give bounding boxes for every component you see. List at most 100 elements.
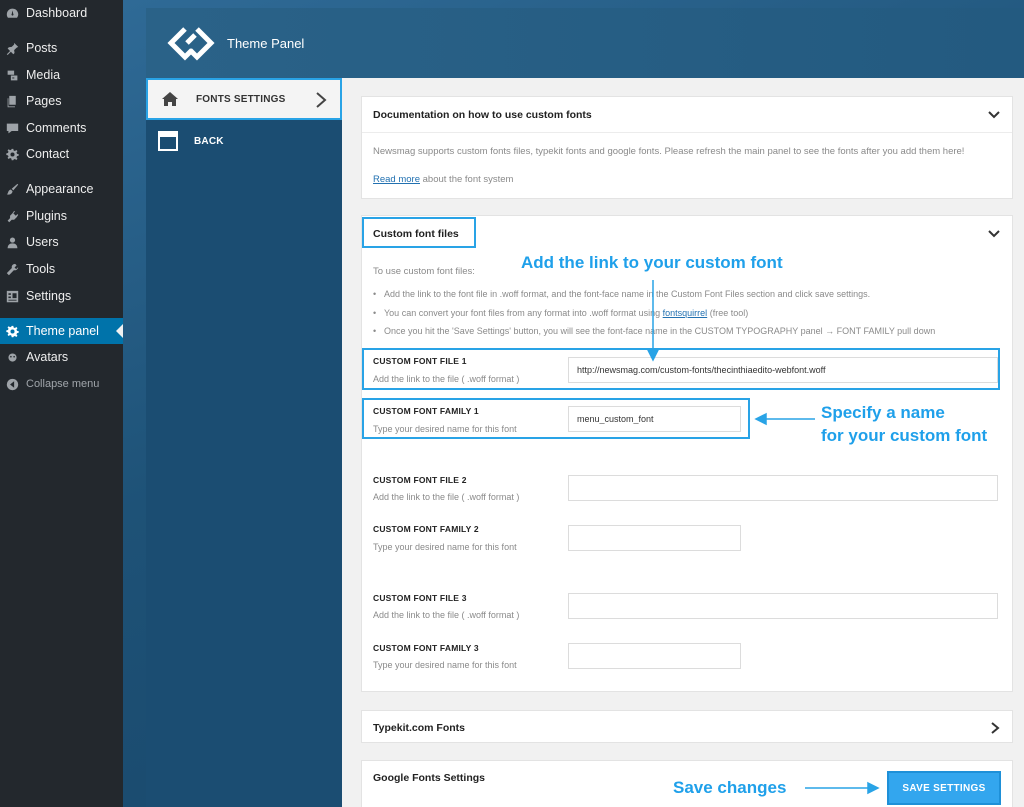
save-settings-button[interactable]: SAVE SETTINGS [887, 771, 1001, 805]
avatar-icon [5, 350, 19, 364]
font-file-2-input[interactable] [568, 475, 998, 501]
docs-box-header[interactable]: Documentation on how to use custom fonts [362, 97, 1012, 133]
theme-panel-menu: FONTS SETTINGS BACK [146, 78, 342, 807]
gear-icon [5, 324, 19, 338]
font-file-3-input[interactable] [568, 593, 998, 619]
wp-menu-media[interactable]: Media [0, 62, 123, 88]
wp-menu-dashboard[interactable]: Dashboard [0, 0, 123, 26]
font-file-1-label: CUSTOM FONT FILE 1 [373, 356, 467, 366]
font-file-2-label: CUSTOM FONT FILE 2 [373, 475, 467, 485]
wp-menu-label: Plugins [26, 209, 67, 223]
docs-read-more-line: Read more about the font system [373, 174, 513, 185]
font-file-1-input[interactable] [568, 357, 998, 383]
fontsquirrel-link[interactable]: fontsquirrel [663, 308, 708, 318]
wp-menu-label: Media [26, 68, 61, 82]
wp-menu-label: Tools [26, 262, 56, 276]
custom-fonts-intro: To use custom font files: [373, 266, 475, 277]
font-family-1-label: CUSTOM FONT FAMILY 1 [373, 406, 479, 416]
chevron-right-icon [991, 722, 1000, 734]
docs-box: Documentation on how to use custom fonts… [361, 96, 1013, 199]
wp-menu-avatars[interactable]: Avatars [0, 344, 123, 370]
wp-menu-label: Pages [26, 94, 62, 108]
comment-icon [5, 121, 19, 135]
annotation-specify-name-1: Specify a name [821, 403, 945, 422]
read-more-link[interactable]: Read more [373, 174, 420, 185]
user-icon [5, 235, 19, 249]
font-family-1-help: Type your desired name for this font [373, 424, 517, 434]
theme-panel-header: Theme Panel [146, 8, 1024, 78]
pin-icon [5, 41, 19, 55]
custom-fonts-title-highlight [362, 217, 476, 248]
plugin-icon [5, 209, 19, 223]
menu-fonts-settings-label: FONTS SETTINGS [196, 93, 286, 105]
chevron-down-icon [988, 111, 1000, 119]
annotation-specify-name-2: for your custom font [821, 426, 988, 445]
typekit-title: Typekit.com Fonts [373, 721, 465, 734]
wp-menu-label: Dashboard [26, 6, 88, 20]
settings-icon [5, 289, 19, 303]
wp-menu-comments[interactable]: Comments [0, 115, 123, 141]
font-family-1-input[interactable] [568, 406, 741, 432]
custom-fonts-bullet-3: Once you hit the 'Save Settings' button,… [373, 326, 935, 336]
font-file-3-help: Add the link to the file ( .woff format … [373, 610, 520, 620]
collapse-icon [5, 377, 19, 391]
wp-menu-label: Posts [26, 41, 58, 55]
wp-menu-users[interactable]: Users [0, 229, 123, 255]
wp-menu-appearance[interactable]: Appearance [0, 176, 123, 202]
menu-back[interactable]: BACK [146, 120, 342, 162]
wp-menu-label: Theme panel [26, 324, 99, 338]
wp-admin-sidebar: Dashboard Posts Media Pages Comments Con… [0, 0, 123, 807]
docs-title: Documentation on how to use custom fonts [373, 108, 592, 121]
wp-menu-collapse[interactable]: Collapse menu [0, 371, 123, 397]
annotation-add-link: Add the link to your custom font [521, 253, 783, 272]
font-family-3-label: CUSTOM FONT FAMILY 3 [373, 643, 479, 653]
wp-menu-plugins[interactable]: Plugins [0, 203, 123, 229]
wp-menu-theme-panel[interactable]: Theme panel [0, 318, 123, 344]
typekit-header[interactable]: Typekit.com Fonts [362, 711, 1012, 744]
media-icon [5, 68, 19, 82]
back-icon [156, 129, 180, 153]
bullet-2-text: You can convert your font files from any… [384, 308, 661, 318]
font-file-1-help: Add the link to the file ( .woff format … [373, 374, 520, 384]
font-family-2-label: CUSTOM FONT FAMILY 2 [373, 524, 479, 534]
gear-icon [5, 147, 19, 161]
custom-fonts-bullet-2: You can convert your font files from any… [373, 308, 749, 318]
font-family-2-help: Type your desired name for this font [373, 542, 517, 552]
wp-menu-label: Users [26, 235, 59, 249]
theme-logo-icon [167, 27, 215, 61]
wp-menu-posts[interactable]: Posts [0, 35, 123, 61]
font-family-2-input[interactable] [568, 525, 741, 551]
wrench-icon [5, 262, 19, 276]
wp-menu-label: Settings [26, 289, 72, 303]
bullet-2-suffix: (free tool) [709, 308, 749, 318]
wp-menu-label: Contact [26, 147, 70, 161]
wp-menu-label: Comments [26, 121, 87, 135]
custom-fonts-bullet-1: Add the link to the font file in .woff f… [373, 289, 870, 299]
home-icon [158, 87, 182, 111]
annotation-save-changes: Save changes [673, 778, 787, 797]
wp-menu-tools[interactable]: Tools [0, 256, 123, 282]
wp-menu-pages[interactable]: Pages [0, 88, 123, 114]
typekit-box[interactable]: Typekit.com Fonts [361, 710, 1013, 743]
custom-fonts-box: Custom font files To use custom font fil… [361, 215, 1013, 692]
wp-menu-label: Collapse menu [26, 378, 100, 390]
docs-text: Newsmag supports custom fonts files, typ… [373, 146, 965, 157]
google-fonts-title: Google Fonts Settings [373, 771, 485, 784]
active-menu-arrow-icon [116, 324, 123, 338]
chevron-right-icon [316, 92, 327, 108]
menu-back-label: BACK [194, 135, 224, 147]
brush-icon [5, 182, 19, 196]
wp-menu-label: Appearance [26, 182, 94, 196]
dashboard-icon [5, 6, 19, 20]
pages-icon [5, 94, 19, 108]
wp-menu-label: Avatars [26, 350, 69, 364]
font-family-3-input[interactable] [568, 643, 741, 669]
chevron-down-icon [988, 230, 1000, 238]
wp-menu-contact[interactable]: Contact [0, 141, 123, 167]
menu-fonts-settings[interactable]: FONTS SETTINGS [146, 78, 342, 120]
font-file-3-label: CUSTOM FONT FILE 3 [373, 593, 467, 603]
theme-panel-title: Theme Panel [227, 35, 305, 51]
wp-menu-settings[interactable]: Settings [0, 283, 123, 309]
read-more-suffix: about the font system [422, 174, 514, 185]
font-file-2-help: Add the link to the file ( .woff format … [373, 492, 520, 502]
